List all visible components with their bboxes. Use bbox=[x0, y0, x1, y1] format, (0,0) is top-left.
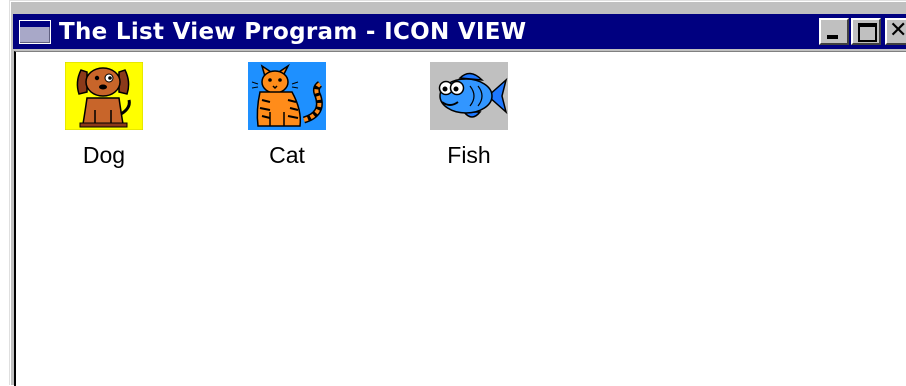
list-view[interactable]: Dog Cat Fish bbox=[14, 51, 906, 386]
dog-icon bbox=[65, 62, 143, 130]
list-item-dog[interactable]: Dog bbox=[49, 62, 159, 168]
title-bar[interactable]: The List View Program - ICON VIEW ✕ bbox=[13, 14, 906, 49]
close-button[interactable]: ✕ bbox=[885, 18, 906, 45]
fish-icon bbox=[430, 62, 508, 130]
list-item-label: Cat bbox=[269, 142, 305, 168]
list-item-cat[interactable]: Cat bbox=[232, 62, 342, 168]
app-window: The List View Program - ICON VIEW ✕ Dog … bbox=[9, 0, 906, 386]
maximize-button[interactable] bbox=[851, 18, 881, 45]
window-title: The List View Program - ICON VIEW bbox=[59, 18, 527, 45]
minimize-button[interactable] bbox=[819, 18, 849, 45]
list-item-label: Fish bbox=[447, 142, 491, 168]
caption-buttons: ✕ bbox=[817, 18, 906, 45]
list-item-label: Dog bbox=[82, 142, 126, 168]
window-icon[interactable] bbox=[19, 19, 51, 44]
close-icon: ✕ bbox=[889, 18, 906, 43]
cat-icon bbox=[248, 62, 326, 130]
list-item-fish[interactable]: Fish bbox=[414, 62, 524, 168]
